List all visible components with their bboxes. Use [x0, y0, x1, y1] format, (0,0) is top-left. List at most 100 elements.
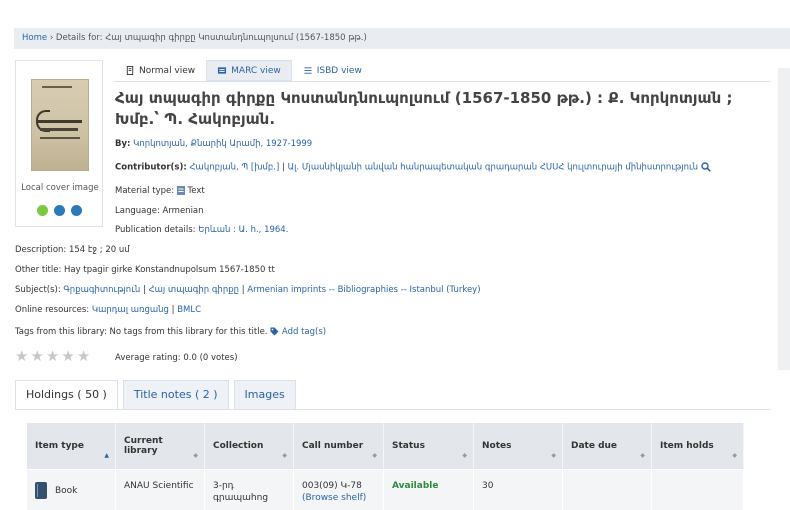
header-collection[interactable]: Collection ◆ — [205, 423, 294, 469]
tags-field: Tags from this library: No tags from thi… — [15, 327, 326, 337]
holdings-tabs-divider — [15, 409, 770, 410]
pager-dot-1[interactable] — [37, 205, 48, 216]
header-status[interactable]: Status ◆ — [384, 423, 474, 469]
table-header: Item type ▲ Current library ◆ Collection ◆ … — [27, 423, 744, 469]
add-tag-link[interactable]: Add tag(s) — [282, 327, 326, 337]
browse-shelf-link[interactable]: (Browse shelf) — [302, 492, 375, 504]
contributor-link-1[interactable]: Հակոբյան, Պ [խմբ.] — [189, 163, 279, 173]
subject-separator-2: | — [241, 285, 245, 295]
description-label: Description: — [15, 245, 67, 255]
side-panel — [778, 68, 790, 370]
header-date-due-label: Date due — [571, 441, 618, 451]
tag-icon — [270, 327, 279, 336]
publication-label: Publication details: — [115, 225, 196, 235]
breadcrumb-home-link[interactable]: Home — [22, 33, 47, 43]
text-document-icon — [176, 186, 185, 195]
author-field: By: Կորկոտյան, Քնարիկ Արամի, 1927-1999 — [115, 139, 312, 149]
other-title-value: Hay tpagir girke Konstandnupolsum 1567-1… — [64, 265, 275, 275]
material-type-field: Material type: Text — [115, 186, 205, 196]
sort-icon: ◆ — [282, 452, 287, 459]
publication-link[interactable]: Երևան : Ա. հ., 1964. — [198, 225, 288, 235]
tab-isbd-view[interactable]: ISBD view — [292, 60, 373, 81]
contributor-link-2[interactable]: Ալ. Մյասնիկյանի անվան հանրապետական գրադա… — [288, 163, 698, 173]
tab-title-notes[interactable]: Title notes ( 2 ) — [122, 380, 229, 410]
online-resource-separator: | — [171, 305, 175, 315]
holdings-table: Item type ▲ Current library ◆ Collection ◆ … — [27, 423, 744, 510]
rating-star-5[interactable]: ★ — [77, 348, 90, 364]
online-resource-link-2[interactable]: BMLC — [177, 305, 201, 315]
cell-library: ANAU Scientific — [116, 470, 205, 510]
subjects-label: Subject(s): — [15, 285, 61, 295]
description-field: Description: 154 էջ ; 20 սմ — [15, 245, 130, 255]
item-type-value: Book — [55, 486, 78, 496]
sort-icon: ◆ — [640, 452, 645, 459]
rating-star-4[interactable]: ★ — [61, 348, 74, 364]
subject-separator-1: | — [142, 285, 146, 295]
header-collection-label: Collection — [213, 441, 264, 451]
rating-star-3[interactable]: ★ — [46, 348, 59, 364]
cover-image[interactable] — [31, 79, 89, 171]
tab-holdings[interactable]: Holdings ( 50 ) — [15, 380, 118, 410]
language-label: Language: — [115, 206, 160, 216]
cell-item-holds — [652, 470, 744, 510]
table-row: Book ANAU Scientific 3-րդ գրապահոց 003(0… — [27, 469, 744, 510]
breadcrumb-current: Details for: Հայ տպագիր գիրքը Կոստանդնու… — [55, 33, 367, 43]
sort-icon: ◆ — [372, 452, 377, 459]
online-resource-link-1[interactable]: Կարդալ առցանց — [92, 305, 169, 315]
breadcrumb: Home › Details for: Հայ տպագիր գիրքը Կոս… — [14, 28, 790, 49]
cover-pager-dots — [37, 205, 82, 216]
header-date-due[interactable]: Date due ◆ — [563, 423, 652, 469]
material-type-value: Text — [187, 186, 205, 196]
record-title: Հայ տպագիր գիրքը Կոստանդնուպոլսում (1567… — [115, 89, 733, 128]
header-item-holds[interactable]: Item holds ◆ — [652, 423, 744, 469]
tab-normal-view[interactable]: Normal view — [114, 60, 206, 81]
header-current-library-label: Current library — [124, 436, 163, 456]
header-notes[interactable]: Notes ◆ — [474, 423, 563, 469]
tab-marc-view[interactable]: MARC view — [206, 60, 292, 81]
view-tabs: Normal view MARC view ISBD view — [114, 60, 373, 81]
cell-item-type: Book — [27, 470, 116, 510]
rating-stars: ★ ★ ★ ★ ★ — [15, 348, 90, 364]
header-item-holds-label: Item holds — [660, 441, 714, 451]
other-title-label: Other title: — [15, 265, 62, 275]
cell-status: Available — [384, 470, 474, 510]
subject-link-3[interactable]: Armenian imprints -- Bibliographies -- I… — [247, 285, 480, 295]
header-status-label: Status — [392, 441, 425, 451]
average-rating: Average rating: 0.0 (0 votes) — [115, 353, 238, 363]
header-notes-label: Notes — [482, 441, 512, 451]
language-value: Armenian — [162, 206, 204, 216]
rating-star-2[interactable]: ★ — [30, 348, 43, 364]
pager-dot-3[interactable] — [71, 205, 82, 216]
contributors-field: Contributor(s): Հակոբյան, Պ [խմբ.] | Ալ.… — [115, 162, 711, 173]
header-item-type-label: Item type — [35, 441, 84, 451]
list-icon — [304, 67, 312, 74]
tab-normal-view-label: Normal view — [139, 65, 196, 76]
subject-link-2[interactable]: Հայ տպագիր գիրքը — [149, 285, 239, 295]
contributor-separator: | — [282, 162, 285, 173]
contributors-label: Contributor(s): — [115, 162, 187, 173]
cover-image-label: Local cover image — [21, 183, 99, 193]
header-item-type[interactable]: Item type ▲ — [27, 423, 116, 469]
tab-images[interactable]: Images — [233, 380, 296, 410]
sort-icon: ◆ — [193, 452, 198, 459]
author-link[interactable]: Կորկոտյան, Քնարիկ Արամի, 1927-1999 — [133, 139, 312, 149]
search-icon[interactable] — [701, 162, 711, 172]
tags-label: Tags from this library: — [15, 327, 107, 337]
material-type-label: Material type: — [115, 186, 175, 196]
tab-isbd-view-label: ISBD view — [316, 65, 362, 76]
pager-dot-2[interactable] — [54, 205, 65, 216]
cell-date-due — [563, 470, 652, 510]
cell-notes: 30 — [474, 470, 563, 510]
description-value: 154 էջ ; 20 սմ — [68, 245, 130, 255]
sort-icon: ◆ — [462, 452, 467, 459]
rating-star-1[interactable]: ★ — [15, 348, 28, 364]
header-current-library[interactable]: Current library ◆ — [116, 423, 205, 469]
online-resources-field: Online resources: Կարդալ առցանց | BMLC — [15, 305, 201, 315]
document-icon — [126, 66, 134, 75]
subject-link-1[interactable]: Գրքագիտություն — [63, 285, 140, 295]
header-call-number[interactable]: Call number ◆ — [294, 423, 384, 469]
header-call-number-label: Call number — [302, 441, 364, 451]
holdings-tabs: Holdings ( 50 ) Title notes ( 2 ) Images — [15, 380, 301, 410]
cell-collection: 3-րդ գրապահոց — [205, 470, 294, 510]
author-label: By: — [115, 139, 131, 149]
